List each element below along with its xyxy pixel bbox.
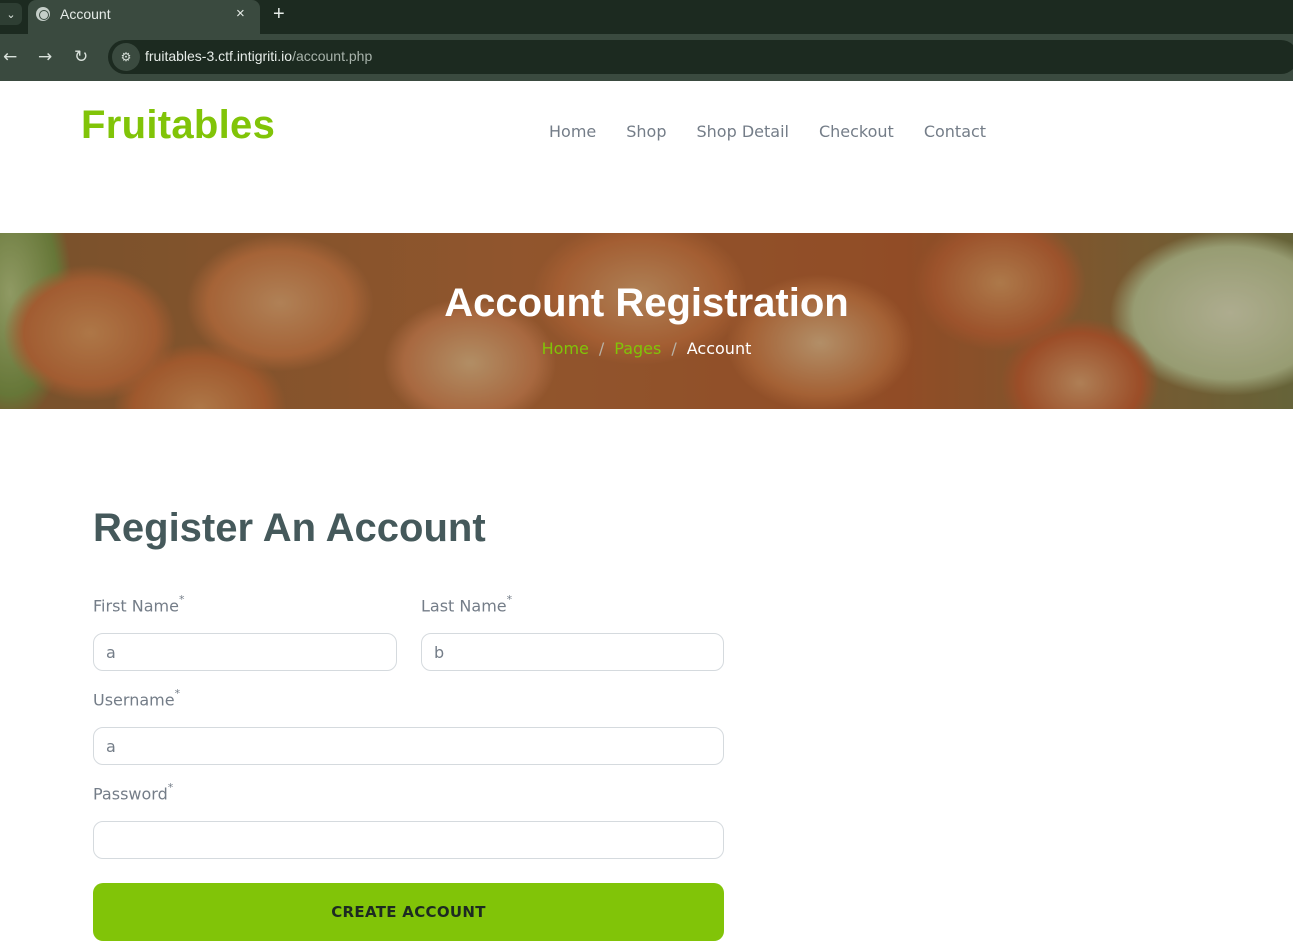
first-name-label-text: First Name <box>93 596 179 616</box>
required-mark: * <box>167 781 174 794</box>
password-label: Password* <box>93 781 174 804</box>
browser-tab[interactable]: Account × <box>28 0 260 34</box>
tab-list-chevron-down-icon[interactable]: ⌄ <box>0 3 22 25</box>
nav-shop[interactable]: Shop <box>626 122 666 141</box>
required-mark: * <box>178 593 185 606</box>
forward-arrow-icon[interactable]: → <box>38 47 52 67</box>
url-text[interactable]: fruitables-3.ctf.intigriti.io/account.ph… <box>145 48 372 64</box>
url-path: /account.php <box>292 48 373 64</box>
username-label: Username* <box>93 687 181 710</box>
main-nav: Home Shop Shop Detail Checkout Contact <box>549 122 986 141</box>
site-header: Fruitables Home Shop Shop Detail Checkou… <box>0 81 1293 233</box>
first-name-label: First Name* <box>93 593 185 616</box>
address-bar[interactable]: ⚙ fruitables-3.ctf.intigriti.io/account.… <box>108 40 1293 74</box>
browser-tab-strip: ⌄ Account × + <box>0 0 1293 34</box>
close-icon[interactable]: × <box>236 5 245 22</box>
url-host: fruitables-3.ctf.intigriti.io <box>145 48 293 64</box>
nav-home[interactable]: Home <box>549 122 596 141</box>
breadcrumb: Home / Pages / Account <box>0 339 1293 358</box>
form-title: Register An Account <box>93 506 486 550</box>
breadcrumb-separator: / <box>598 339 605 358</box>
brand-logo[interactable]: Fruitables <box>81 103 275 148</box>
plus-icon[interactable]: + <box>273 3 285 26</box>
first-name-field[interactable] <box>93 633 397 671</box>
last-name-field[interactable] <box>421 633 724 671</box>
last-name-label-text: Last Name <box>421 596 507 616</box>
password-field[interactable] <box>93 821 724 859</box>
tab-title: Account <box>60 6 111 22</box>
nav-shop-detail[interactable]: Shop Detail <box>697 122 789 141</box>
breadcrumb-current: Account <box>686 339 752 358</box>
nav-contact[interactable]: Contact <box>924 122 986 141</box>
reload-icon[interactable]: ↻ <box>74 47 88 67</box>
site-settings-icon[interactable]: ⚙ <box>112 43 140 71</box>
username-label-text: Username <box>93 690 175 710</box>
last-name-label: Last Name* <box>421 593 513 616</box>
username-field[interactable] <box>93 727 724 765</box>
hero-banner: Account Registration Home / Pages / Acco… <box>0 233 1293 409</box>
required-mark: * <box>506 593 513 606</box>
nav-checkout[interactable]: Checkout <box>819 122 894 141</box>
password-label-text: Password <box>93 784 168 804</box>
globe-icon <box>36 7 50 21</box>
breadcrumb-pages[interactable]: Pages <box>614 339 661 358</box>
required-mark: * <box>174 687 181 700</box>
back-arrow-icon[interactable]: ← <box>3 47 17 67</box>
page-title: Account Registration <box>444 281 849 325</box>
breadcrumb-home[interactable]: Home <box>542 339 589 358</box>
breadcrumb-separator: / <box>671 339 677 358</box>
create-account-button[interactable]: CREATE ACCOUNT <box>93 883 724 941</box>
